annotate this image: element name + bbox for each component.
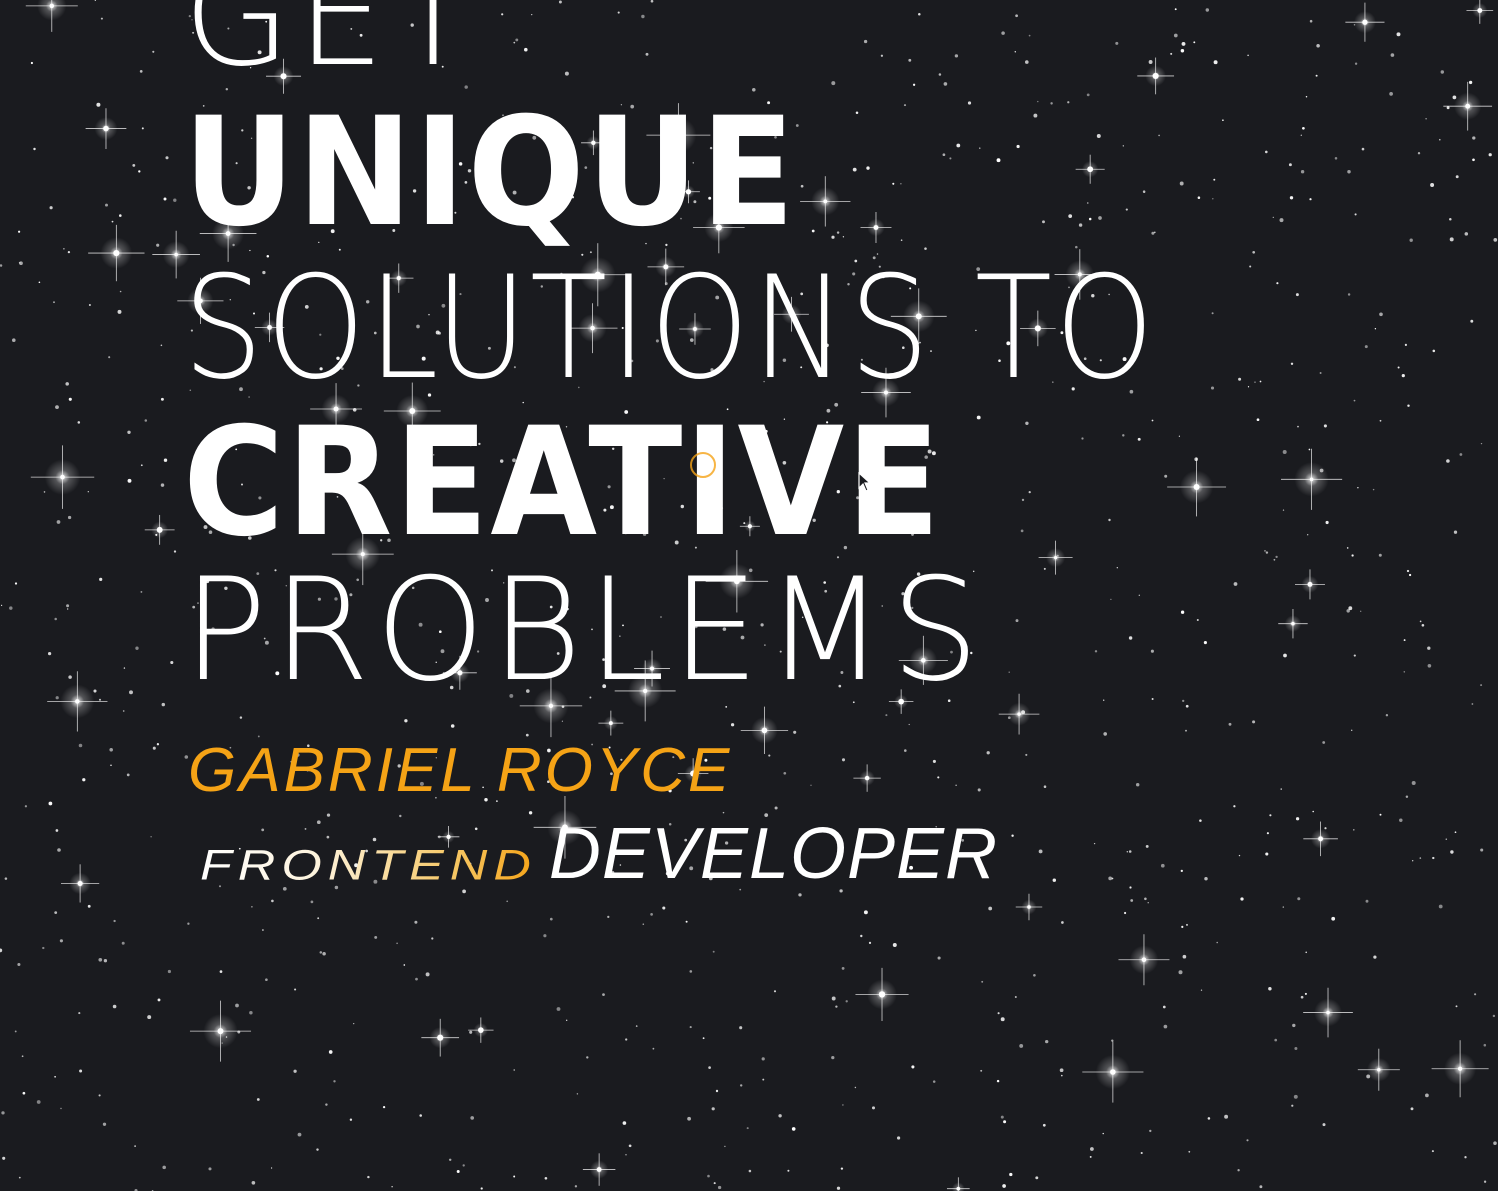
headline-problems: PROBLEMS [183, 548, 986, 713]
headline-get: GET [183, 0, 482, 98]
author-role: FRONTEND DEVELOPER [200, 818, 998, 890]
headline-creative: CREATIVE [183, 396, 943, 570]
headline-solutions-to: SOLUTIONS TO [183, 246, 1157, 411]
mouse-pointer-icon [858, 472, 872, 492]
role-frontend: FRONTEND [200, 841, 537, 890]
author-name: GABRIEL ROYCE [188, 736, 733, 805]
headline-unique: UNIQUE [183, 86, 797, 260]
hero-section: GET UNIQUE SOLUTIONS TO CREATIVE PROBLEM… [0, 0, 1498, 1191]
cursor-ring-icon [690, 452, 716, 478]
role-developer: DEVELOPER [548, 814, 999, 894]
